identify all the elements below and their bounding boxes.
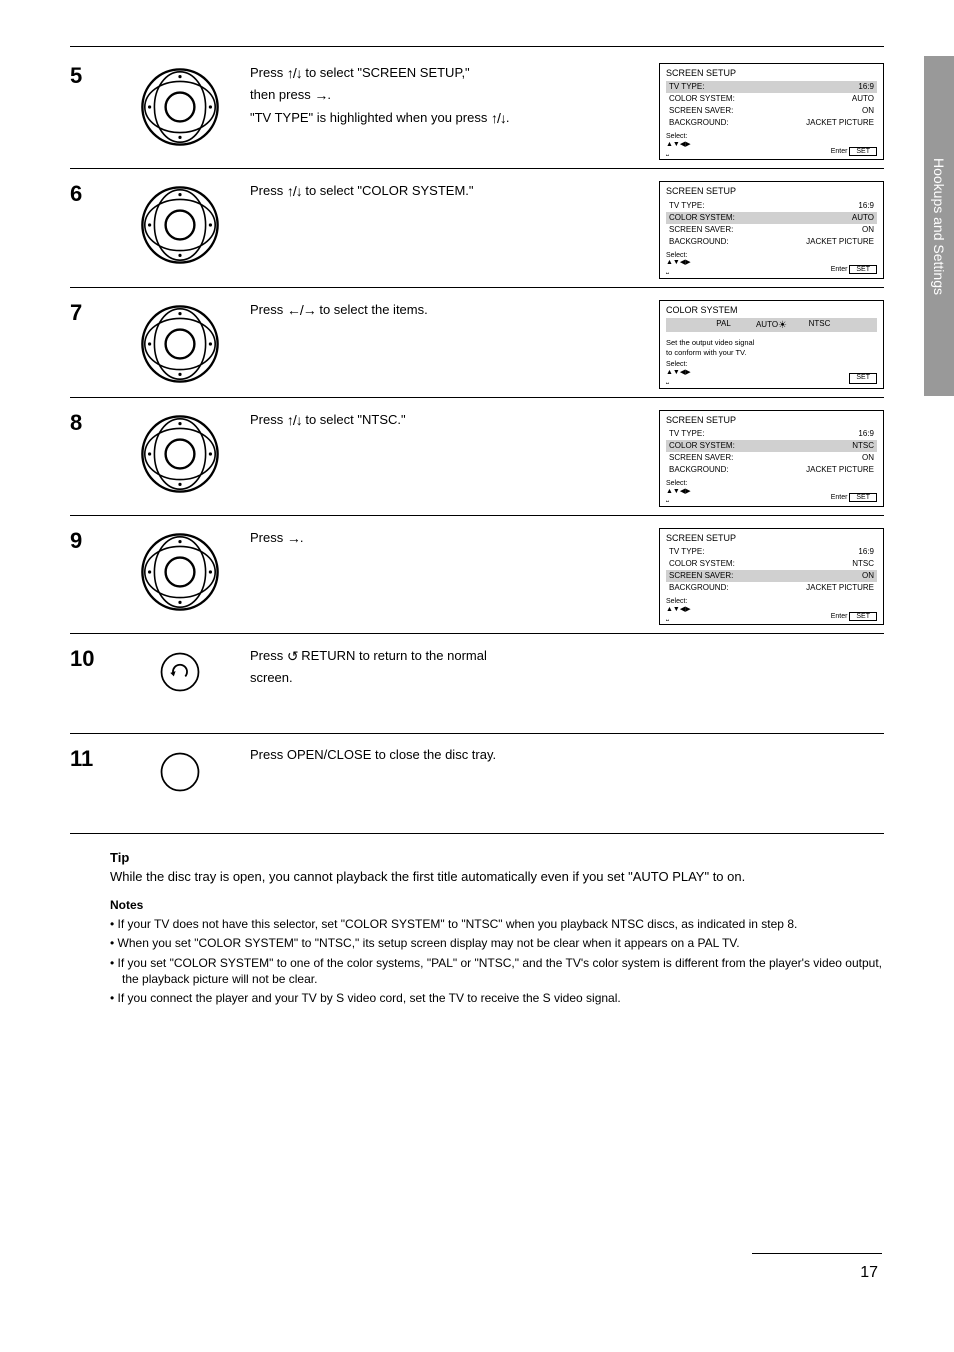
dpad-icon bbox=[140, 414, 220, 499]
note-item: If you set "COLOR SYSTEM" to one of the … bbox=[110, 955, 884, 987]
step-number: 7 bbox=[70, 300, 110, 389]
instruction-text: Press ↺ RETURN to return to the normal bbox=[250, 646, 622, 666]
top-rule bbox=[70, 46, 884, 47]
step-number: 5 bbox=[70, 63, 110, 160]
instruction-text: Press ↑/↓ to select "COLOR SYSTEM." bbox=[250, 181, 622, 201]
dpad-icon bbox=[140, 67, 220, 152]
step-number: 11 bbox=[70, 746, 110, 825]
step-row: 11 Press OPEN/CLOSE to close the disc tr… bbox=[70, 734, 884, 834]
step-row: 9 Press →. SCREEN SETUP TV TYPE:16:9COLO… bbox=[70, 516, 884, 634]
dpad-icon bbox=[140, 532, 220, 617]
instruction-text: Press ↑/↓ to select "SCREEN SETUP," bbox=[250, 63, 622, 83]
step-row: 8 Press ↑/↓ to select "NTSC." SCREEN SET… bbox=[70, 398, 884, 516]
page-number-rule bbox=[752, 1253, 882, 1254]
screen-display: COLOR SYSTEM PALAUTO☀NTSC Set the output… bbox=[659, 300, 884, 389]
step-number: 9 bbox=[70, 528, 110, 625]
step-row: 7 Press ←/→ to select the items. COLOR S… bbox=[70, 288, 884, 398]
instruction-text: Press ←/→ to select the items. bbox=[250, 300, 622, 320]
screen-display: SCREEN SETUP TV TYPE:16:9COLOR SYSTEM:NT… bbox=[659, 528, 884, 625]
tip-text: While the disc tray is open, you cannot … bbox=[110, 869, 884, 884]
side-tab: Hookups and Settings bbox=[924, 56, 954, 396]
notes-list: If your TV does not have this selector, … bbox=[110, 916, 884, 1006]
note-item: If you connect the player and your TV by… bbox=[110, 990, 884, 1006]
screen-display: SCREEN SETUP TV TYPE:16:9COLOR SYSTEM:AU… bbox=[659, 181, 884, 278]
instruction-text: Press →. bbox=[250, 528, 622, 548]
instruction-text: screen. bbox=[250, 669, 622, 688]
screen-display: SCREEN SETUP TV TYPE:16:9COLOR SYSTEM:AU… bbox=[659, 63, 884, 160]
step-number: 6 bbox=[70, 181, 110, 278]
notes-heading: Notes bbox=[110, 898, 884, 912]
screen-display: SCREEN SETUP TV TYPE:16:9COLOR SYSTEM:NT… bbox=[659, 410, 884, 507]
notes-section: Notes If your TV does not have this sele… bbox=[70, 884, 884, 1006]
return-button-icon bbox=[158, 650, 202, 699]
instruction-text: "TV TYPE" is highlighted when you press … bbox=[250, 108, 622, 128]
step-number: 8 bbox=[70, 410, 110, 507]
instruction-text: Press OPEN/CLOSE to close the disc tray. bbox=[250, 746, 622, 765]
step-row: 6 Press ↑/↓ to select "COLOR SYSTEM." SC… bbox=[70, 169, 884, 287]
note-item: When you set "COLOR SYSTEM" to "NTSC," i… bbox=[110, 935, 884, 951]
step-number: 10 bbox=[70, 646, 110, 725]
instruction-text: Press ↑/↓ to select "NTSC." bbox=[250, 410, 622, 430]
tip-section: Tip While the disc tray is open, you can… bbox=[70, 834, 884, 884]
dpad-icon bbox=[140, 304, 220, 389]
open-close-button-icon bbox=[158, 750, 202, 799]
note-item: If your TV does not have this selector, … bbox=[110, 916, 884, 932]
step-row: 5 Press ↑/↓ to select "SCREEN SETUP,"the… bbox=[70, 51, 884, 169]
dpad-icon bbox=[140, 185, 220, 270]
instruction-text: then press →. bbox=[250, 85, 622, 105]
page-number: 17 bbox=[860, 1264, 878, 1282]
tip-heading: Tip bbox=[110, 850, 884, 865]
step-row: 10 Press ↺ RETURN to return to the norma… bbox=[70, 634, 884, 734]
